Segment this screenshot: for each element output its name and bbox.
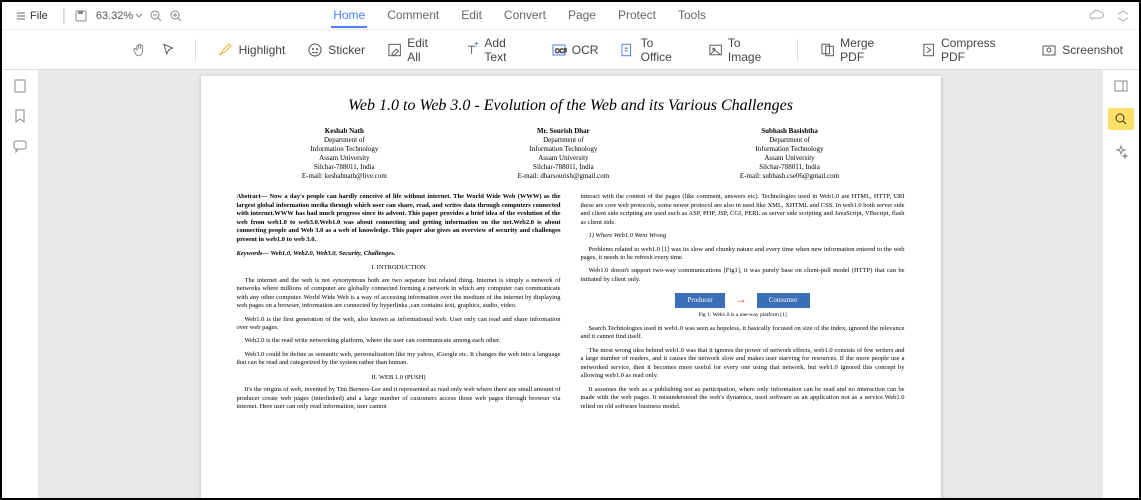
screenshot-label: Screenshot [1062, 43, 1123, 57]
tab-comment[interactable]: Comment [385, 4, 441, 28]
save-icon[interactable] [74, 9, 88, 23]
highlight-button[interactable]: Highlight [214, 39, 290, 61]
comments-icon[interactable] [12, 138, 28, 154]
abstract: Abstract— Now a day's people can hardly … [237, 193, 561, 244]
collapse-icon[interactable] [1115, 8, 1131, 24]
paper-title: Web 1.0 to Web 3.0 - Evolution of the We… [237, 96, 905, 117]
compress-button[interactable]: Compress PDF [917, 33, 1024, 67]
panel-icon[interactable] [1113, 78, 1129, 94]
figure-1: Producer → Consumer [581, 292, 905, 308]
compress-label: Compress PDF [941, 36, 1019, 64]
editall-button[interactable]: Edit All [383, 33, 446, 67]
zoom-value: 63.32% [96, 10, 133, 22]
hand-tool-icon[interactable] [132, 42, 147, 58]
subsection: 1) Where Web1.0 Went Wrong [581, 232, 905, 240]
search-button[interactable] [1108, 108, 1134, 130]
authors-row: Keshab NathDepartment ofInformation Tech… [237, 127, 905, 182]
tab-tools[interactable]: Tools [676, 4, 708, 28]
addtext-label: Add Text [484, 36, 528, 64]
zoom-out-icon[interactable] [149, 9, 163, 23]
tab-home[interactable]: Home [331, 4, 367, 28]
highlight-label: Highlight [239, 43, 286, 57]
toimage-label: To Image [728, 36, 775, 64]
document-viewer[interactable]: Web 1.0 to Web 3.0 - Evolution of the We… [38, 70, 1103, 498]
ocr-label: OCR [572, 43, 599, 57]
merge-label: Merge PDF [840, 36, 899, 64]
addtext-button[interactable]: Add Text [460, 33, 533, 67]
ai-icon[interactable] [1113, 144, 1129, 160]
tab-edit[interactable]: Edit [459, 4, 484, 28]
file-label: File [30, 10, 48, 22]
consumer-box: Consumer [757, 293, 810, 308]
ocr-button[interactable]: OCR OCR [547, 39, 603, 61]
bookmark-icon[interactable] [12, 108, 28, 124]
sticker-label: Sticker [328, 43, 365, 57]
tab-page[interactable]: Page [566, 4, 598, 28]
section-intro: I. INTRODUCTION [237, 264, 561, 272]
thumbnails-icon[interactable] [12, 78, 28, 94]
zoom-level[interactable]: 63.32% [96, 10, 143, 22]
svg-text:OCR: OCR [555, 49, 567, 55]
cloud-icon[interactable] [1089, 8, 1105, 24]
sticker-button[interactable]: Sticker [303, 39, 369, 61]
select-tool-icon[interactable] [161, 42, 176, 58]
tooffice-button[interactable]: To Office [616, 33, 689, 67]
tab-convert[interactable]: Convert [502, 4, 548, 28]
figure-caption: Fig 1: Web1.0 is a one-way platform [1] [581, 312, 905, 319]
editall-label: Edit All [407, 36, 442, 64]
screenshot-button[interactable]: Screenshot [1037, 39, 1127, 61]
tab-protect[interactable]: Protect [616, 4, 658, 28]
file-menu[interactable]: File [10, 8, 54, 24]
producer-box: Producer [675, 293, 724, 308]
arrow-icon: → [735, 292, 747, 308]
section-web10: II. WEB 1.0 (PUSH) [237, 374, 561, 382]
toimage-button[interactable]: To Image [704, 33, 779, 67]
zoom-in-icon[interactable] [169, 9, 183, 23]
merge-button[interactable]: Merge PDF [816, 33, 903, 67]
tooffice-label: To Office [641, 36, 686, 64]
chevron-down-icon [135, 12, 143, 20]
keywords: Keywords— Web1.0, Web2.0, Web3.0, Securi… [237, 250, 561, 258]
pdf-page: Web 1.0 to Web 3.0 - Evolution of the We… [201, 76, 941, 498]
